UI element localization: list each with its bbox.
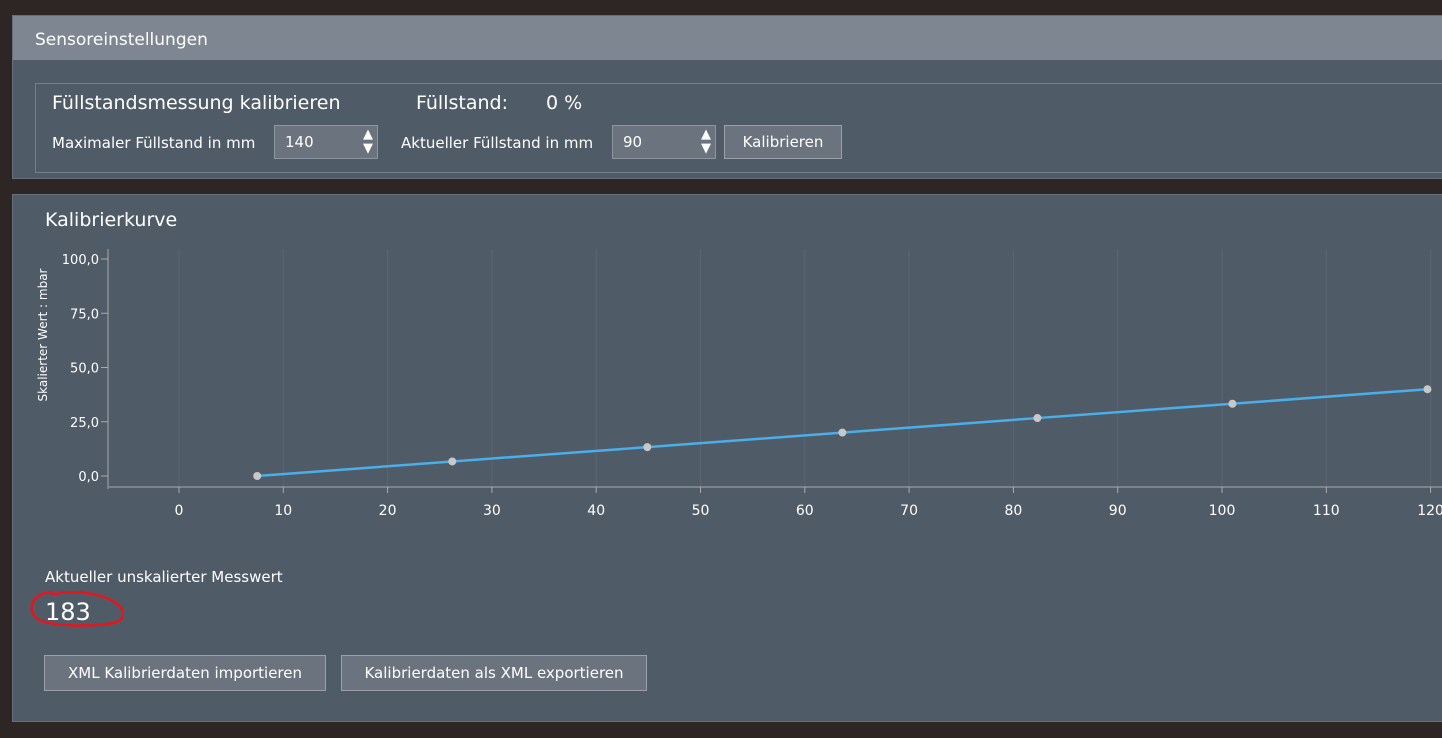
level-value: 0 % xyxy=(546,92,583,114)
y-tick-label: 75,0 xyxy=(70,307,99,322)
data-point xyxy=(1423,385,1432,394)
calibration-group: Füllstandsmessung kalibrieren Füllstand:… xyxy=(35,83,1442,173)
sensor-settings-panel: Sensoreinstellungen Füllstandsmessung ka… xyxy=(12,15,1442,179)
current-level-value: 90 xyxy=(623,133,643,151)
y-axis-label: Skalierter Wert : mbar xyxy=(36,268,50,401)
y-tick-label: 100,0 xyxy=(62,253,99,268)
x-tick-label: 120 xyxy=(1417,503,1442,515)
x-tick-label: 80 xyxy=(1004,503,1022,515)
x-tick-label: 0 xyxy=(175,503,184,515)
stepper-arrows-icon[interactable]: ▲ ▼ xyxy=(363,128,373,156)
stepper-arrows-icon[interactable]: ▲ ▼ xyxy=(701,128,711,156)
y-tick-label: 50,0 xyxy=(70,362,99,377)
calibrate-button[interactable]: Kalibrieren xyxy=(724,125,842,159)
data-point xyxy=(448,457,457,466)
x-tick-label: 90 xyxy=(1109,503,1127,515)
y-tick-label: 25,0 xyxy=(70,416,99,431)
data-point xyxy=(643,443,652,452)
x-tick-label: 20 xyxy=(379,503,397,515)
level-label: Füllstand: xyxy=(416,92,508,114)
x-tick-label: 10 xyxy=(274,503,292,515)
current-level-stepper[interactable]: 90 ▲ ▼ xyxy=(612,125,716,159)
x-tick-label: 100 xyxy=(1209,503,1236,515)
x-tick-label: 70 xyxy=(900,503,918,515)
calibration-chart: 0 10 20 30 40 50 60 70 80 90 100 110 120 0,0 25,0 50,0 7… xyxy=(36,249,1442,515)
red-annotation-circle xyxy=(30,590,123,627)
import-xml-button[interactable]: XML Kalibrierdaten importieren xyxy=(44,655,326,691)
x-tick-label: 40 xyxy=(587,503,605,515)
y-tick-label: 0,0 xyxy=(78,470,99,485)
data-point xyxy=(253,472,262,480)
data-point xyxy=(838,428,847,437)
current-level-label: Aktueller Füllstand in mm xyxy=(401,134,594,152)
measure-label: Aktueller unskalierter Messwert xyxy=(45,568,283,586)
x-tick-label: 110 xyxy=(1313,503,1340,515)
max-level-stepper[interactable]: 140 ▲ ▼ xyxy=(274,125,378,159)
data-point xyxy=(1228,399,1237,408)
panel-header: Sensoreinstellungen xyxy=(13,16,1442,60)
data-point xyxy=(1033,414,1042,423)
max-level-label: Maximaler Füllstand in mm xyxy=(52,134,256,152)
max-level-value: 140 xyxy=(285,133,314,151)
calibration-title: Füllstandsmessung kalibrieren xyxy=(52,92,341,114)
calibration-curve-panel: Kalibrierkurve 0 10 20 30 40 50 60 70 80 90 100 110… xyxy=(12,194,1442,722)
x-tick-label: 60 xyxy=(796,503,814,515)
x-tick-label: 30 xyxy=(483,503,501,515)
export-xml-button[interactable]: Kalibrierdaten als XML exportieren xyxy=(341,655,647,691)
x-tick-label: 50 xyxy=(692,503,710,515)
